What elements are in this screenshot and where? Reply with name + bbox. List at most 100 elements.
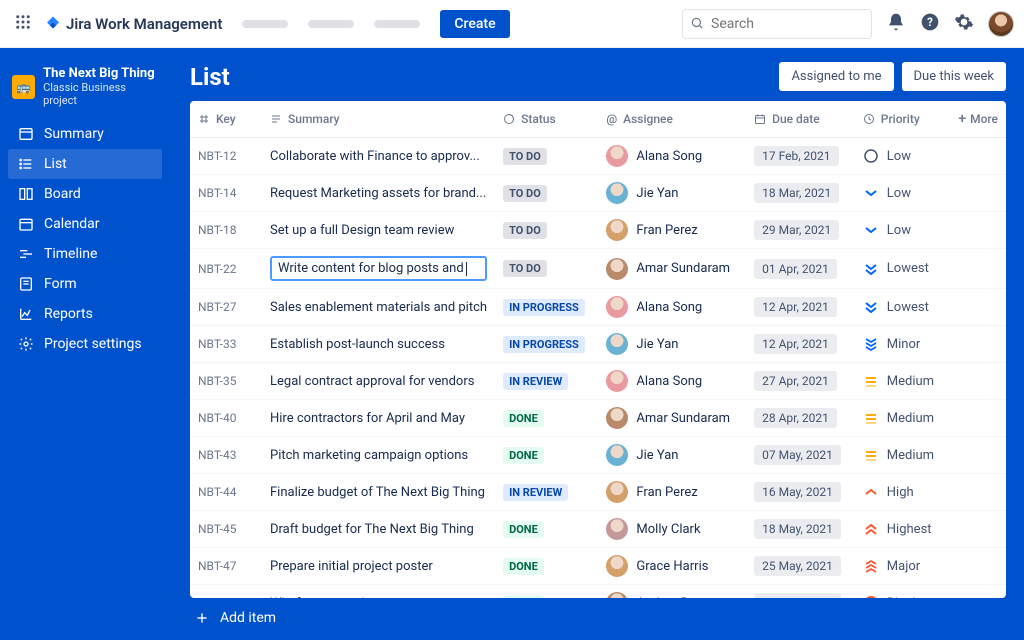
cell-due[interactable]: 30 May, 2021 xyxy=(746,585,855,599)
filter-assigned-to-me[interactable]: Assigned to me xyxy=(779,62,893,91)
cell-priority[interactable]: Medium xyxy=(855,437,947,474)
cell-status[interactable]: TO DO xyxy=(495,175,598,212)
settings-icon[interactable] xyxy=(954,12,974,36)
cell-key[interactable]: NBT-12 xyxy=(190,138,262,175)
cell-priority[interactable]: Low xyxy=(855,212,947,249)
cell-due[interactable]: 12 Apr, 2021 xyxy=(746,326,855,363)
cell-due[interactable]: 17 Feb, 2021 xyxy=(746,138,855,175)
cell-key[interactable]: NBT-35 xyxy=(190,363,262,400)
cell-status[interactable]: DONE xyxy=(495,511,598,548)
cell-summary[interactable]: Set up a full Design team review xyxy=(262,212,495,249)
cell-key[interactable]: NBT-14 xyxy=(190,175,262,212)
cell-key[interactable]: NBT-22 xyxy=(190,249,262,289)
cell-priority[interactable]: Low xyxy=(855,138,947,175)
sidebar-item-summary[interactable]: Summary xyxy=(8,119,162,149)
cell-assignee[interactable]: Fran Perez xyxy=(598,474,746,511)
cell-status[interactable]: DONE xyxy=(495,437,598,474)
col-summary[interactable]: Summary xyxy=(262,101,495,138)
cell-priority[interactable]: High xyxy=(855,474,947,511)
cell-status[interactable]: IN PROGRESS xyxy=(495,289,598,326)
sidebar-item-settings[interactable]: Project settings xyxy=(8,329,162,359)
sidebar-item-list[interactable]: List xyxy=(8,149,162,179)
cell-status[interactable]: IN REVIEW xyxy=(495,474,598,511)
cell-summary[interactable]: Finalize budget of The Next Big Thing xyxy=(262,474,495,511)
cell-assignee[interactable]: Fran Perez xyxy=(598,212,746,249)
table-row[interactable]: NBT-49Wireframe user journeyDONEAndres R… xyxy=(190,585,1006,599)
cell-priority[interactable]: Blocker xyxy=(855,585,947,599)
cell-due[interactable]: 25 May, 2021 xyxy=(746,548,855,585)
search-input[interactable] xyxy=(682,9,872,39)
cell-assignee[interactable]: Molly Clark xyxy=(598,511,746,548)
cell-assignee[interactable]: Jie Yan xyxy=(598,326,746,363)
cell-assignee[interactable]: Alana Song xyxy=(598,363,746,400)
cell-status[interactable]: TO DO xyxy=(495,249,598,289)
cell-priority[interactable]: Medium xyxy=(855,400,947,437)
cell-status[interactable]: TO DO xyxy=(495,212,598,249)
table-row[interactable]: NBT-22Write content for blog posts andTO… xyxy=(190,249,1006,289)
cell-summary[interactable]: Collaborate with Finance to approv... xyxy=(262,138,495,175)
sidebar-item-reports[interactable]: Reports xyxy=(8,299,162,329)
cell-status[interactable]: IN REVIEW xyxy=(495,363,598,400)
col-due[interactable]: Due date xyxy=(746,101,855,138)
table-row[interactable]: NBT-12Collaborate with Finance to approv… xyxy=(190,138,1006,175)
sidebar-item-board[interactable]: Board xyxy=(8,179,162,209)
table-row[interactable]: NBT-14Request Marketing assets for brand… xyxy=(190,175,1006,212)
cell-due[interactable]: 16 May, 2021 xyxy=(746,474,855,511)
cell-key[interactable]: NBT-44 xyxy=(190,474,262,511)
cell-summary[interactable]: Draft budget for The Next Big Thing xyxy=(262,511,495,548)
cell-assignee[interactable]: Alana Song xyxy=(598,289,746,326)
cell-key[interactable]: NBT-49 xyxy=(190,585,262,599)
cell-summary[interactable]: Request Marketing assets for brand... xyxy=(262,175,495,212)
cell-status[interactable]: IN PROGRESS xyxy=(495,326,598,363)
cell-due[interactable]: 28 Apr, 2021 xyxy=(746,400,855,437)
cell-due[interactable]: 18 May, 2021 xyxy=(746,511,855,548)
project-header[interactable]: 🚌 The Next Big Thing Classic Business pr… xyxy=(8,66,162,119)
cell-priority[interactable]: Major xyxy=(855,548,947,585)
table-row[interactable]: NBT-44Finalize budget of The Next Big Th… xyxy=(190,474,1006,511)
table-row[interactable]: NBT-27Sales enablement materials and pit… xyxy=(190,289,1006,326)
cell-priority[interactable]: Lowest xyxy=(855,289,947,326)
col-more[interactable]: +More xyxy=(947,101,1006,138)
cell-assignee[interactable]: Alana Song xyxy=(598,138,746,175)
cell-summary[interactable]: Write content for blog posts and xyxy=(262,249,495,289)
cell-due[interactable]: 01 Apr, 2021 xyxy=(746,249,855,289)
cell-summary[interactable]: Prepare initial project poster xyxy=(262,548,495,585)
cell-summary[interactable]: Sales enablement materials and pitch xyxy=(262,289,495,326)
cell-status[interactable]: DONE xyxy=(495,400,598,437)
table-row[interactable]: NBT-47Prepare initial project posterDONE… xyxy=(190,548,1006,585)
cell-priority[interactable]: Highest xyxy=(855,511,947,548)
cell-assignee[interactable]: Jie Yan xyxy=(598,437,746,474)
cell-key[interactable]: NBT-40 xyxy=(190,400,262,437)
cell-priority[interactable]: Low xyxy=(855,175,947,212)
create-button[interactable]: Create xyxy=(440,10,509,38)
cell-assignee[interactable]: Grace Harris xyxy=(598,548,746,585)
cell-priority[interactable]: Lowest xyxy=(855,249,947,289)
table-row[interactable]: NBT-33Establish post-launch successIN PR… xyxy=(190,326,1006,363)
profile-avatar[interactable] xyxy=(988,11,1014,37)
sidebar-item-timeline[interactable]: Timeline xyxy=(8,239,162,269)
table-row[interactable]: NBT-40Hire contractors for April and May… xyxy=(190,400,1006,437)
cell-due[interactable]: 12 Apr, 2021 xyxy=(746,289,855,326)
cell-due[interactable]: 29 Mar, 2021 xyxy=(746,212,855,249)
table-row[interactable]: NBT-43Pitch marketing campaign optionsDO… xyxy=(190,437,1006,474)
cell-due[interactable]: 07 May, 2021 xyxy=(746,437,855,474)
help-icon[interactable]: ? xyxy=(920,12,940,36)
col-assignee[interactable]: @Assignee xyxy=(598,101,746,138)
cell-status[interactable]: DONE xyxy=(495,548,598,585)
cell-summary[interactable]: Wireframe user journey xyxy=(262,585,495,599)
product-logo[interactable]: Jira Work Management xyxy=(44,15,222,33)
cell-assignee[interactable]: Amar Sundaram xyxy=(598,400,746,437)
cell-summary[interactable]: Legal contract approval for vendors xyxy=(262,363,495,400)
cell-key[interactable]: NBT-33 xyxy=(190,326,262,363)
cell-summary[interactable]: Establish post-launch success xyxy=(262,326,495,363)
notifications-icon[interactable] xyxy=(886,12,906,36)
table-row[interactable]: NBT-35Legal contract approval for vendor… xyxy=(190,363,1006,400)
cell-summary[interactable]: Hire contractors for April and May xyxy=(262,400,495,437)
sidebar-item-form[interactable]: Form xyxy=(8,269,162,299)
add-item-button[interactable]: Add item xyxy=(190,598,1006,630)
cell-key[interactable]: NBT-45 xyxy=(190,511,262,548)
cell-key[interactable]: NBT-43 xyxy=(190,437,262,474)
table-row[interactable]: NBT-18Set up a full Design team reviewTO… xyxy=(190,212,1006,249)
cell-key[interactable]: NBT-18 xyxy=(190,212,262,249)
cell-assignee[interactable]: Jie Yan xyxy=(598,175,746,212)
